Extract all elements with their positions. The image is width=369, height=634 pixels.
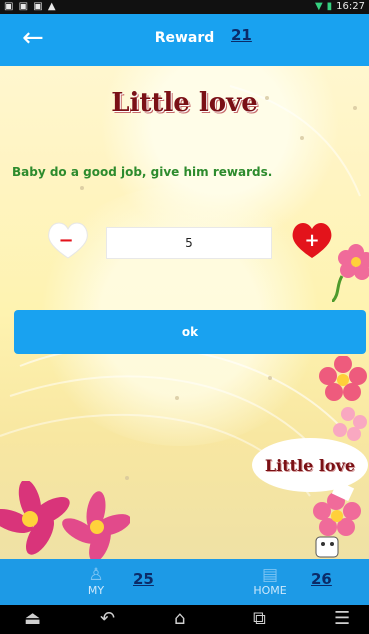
back-icon[interactable]: ↶ (100, 609, 115, 629)
person-icon: ♙ (88, 565, 104, 585)
increment-button[interactable]: + (290, 220, 334, 260)
status-bar: ▣ ▣ ▣ ▲ ▼ ▮ 16:27 (0, 0, 369, 14)
sparkle (268, 376, 272, 380)
keyboard-hide-icon[interactable]: ⏏ (24, 609, 41, 629)
home-nav-icon[interactable]: ⌂ (174, 609, 185, 629)
screen: ▣ ▣ ▣ ▲ ▼ ▮ 16:27 ← Reward 21 Little lov… (0, 0, 369, 634)
sparkle (300, 136, 304, 140)
little-love-bubble: Little love (252, 438, 368, 492)
page-title: Reward 21 (0, 26, 369, 46)
sparkle (80, 186, 84, 190)
app-bar: ← Reward 21 (0, 14, 369, 66)
battery-icon: ▮ (326, 1, 333, 12)
tab-home[interactable]: ▤ HOME (253, 565, 287, 598)
sparkle (125, 476, 129, 480)
tab-number-left: 25 (133, 570, 154, 588)
flower-bottom-left (0, 481, 130, 559)
minus-symbol: − (58, 230, 73, 251)
decrement-button[interactable]: − (46, 220, 90, 260)
tab-my[interactable]: ♙ MY (81, 565, 111, 598)
reward-subtitle: Baby do a good job, give him rewards. (12, 165, 273, 179)
flower-right-top (332, 244, 369, 302)
ok-button[interactable]: ok (14, 310, 366, 354)
bottom-nav: ♙ MY 25 ▤ HOME 26 (0, 559, 369, 605)
home-icon: ▤ (261, 565, 279, 585)
recent-apps-icon[interactable]: ⧉ (253, 609, 266, 629)
red-heart-icon: + (292, 223, 332, 258)
heading-little-love: Little love (111, 88, 258, 118)
status-right: ▼ ▮ 16:27 (315, 1, 365, 12)
system-nav-bar: ⏏ ↶ ⌂ ⧉ ☰ (0, 605, 369, 634)
tab-home-label: HOME (253, 584, 287, 597)
reward-content: Little love Baby do a good job, give him… (0, 66, 369, 559)
title-badge: 21 (231, 26, 252, 44)
tab-number-right: 26 (311, 570, 332, 588)
title-text: Reward (154, 30, 215, 46)
sparkle (175, 396, 179, 400)
quantity-input[interactable]: 5 (106, 227, 272, 259)
white-heart-icon: − (48, 222, 88, 259)
menu-icon[interactable]: ☰ (334, 609, 350, 629)
flower-bottom-right (313, 492, 361, 558)
tab-my-label: MY (87, 584, 105, 597)
status-time: 16:27 (336, 1, 365, 12)
plus-symbol: + (304, 230, 319, 251)
wifi-icon: ▼ (314, 1, 323, 12)
notification-icons: ▣ ▣ ▣ ▲ (4, 1, 57, 12)
flower-right-middle (319, 356, 367, 441)
